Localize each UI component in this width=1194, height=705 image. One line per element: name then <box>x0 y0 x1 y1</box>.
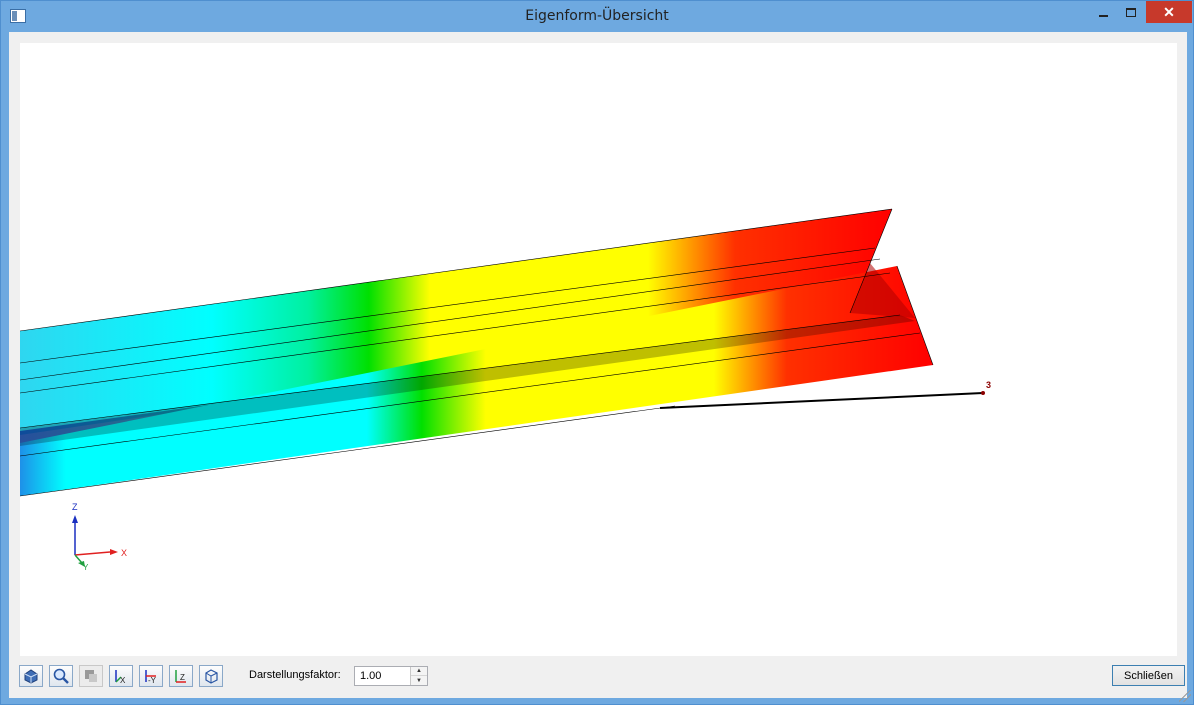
axis-x-label: X <box>121 548 127 558</box>
view-x-button[interactable]: X <box>109 665 133 687</box>
close-icon: ✕ <box>1163 3 1175 20</box>
display-factor-input[interactable] <box>355 668 409 684</box>
svg-text:-Y: -Y <box>148 676 157 685</box>
dialog-window: Eigenform-Übersicht ✕ 3 Z X Y X -Y Z Dar… <box>0 0 1194 705</box>
isometric-view-icon <box>205 669 218 684</box>
title-bar[interactable]: Eigenform-Übersicht ✕ <box>1 1 1193 32</box>
spinner: ▲ ▼ <box>410 667 427 685</box>
axis-triad: Z X Y <box>72 502 127 572</box>
node-3-label: 3 <box>986 380 991 390</box>
window-title: Eigenform-Übersicht <box>525 8 669 24</box>
view-x-icon: X <box>115 670 126 685</box>
rotate-view-icon <box>24 669 38 684</box>
view-z-icon: Z <box>175 670 186 683</box>
maximize-button[interactable] <box>1117 1 1145 23</box>
resize-grip[interactable] <box>1179 690 1191 702</box>
axis-z-label: Z <box>72 502 78 512</box>
zoom-icon <box>53 668 69 684</box>
node-3-marker[interactable] <box>981 391 985 395</box>
display-factor-stepper[interactable]: ▲ ▼ <box>354 666 428 686</box>
rotate-view-button[interactable] <box>19 665 43 687</box>
spin-up-icon: ▲ <box>416 668 422 674</box>
isometric-view-button[interactable] <box>199 665 223 687</box>
spin-up-button[interactable]: ▲ <box>411 667 427 676</box>
model-canvas[interactable]: 3 Z X Y <box>20 43 1177 656</box>
view-minus-y-icon: -Y <box>145 670 157 685</box>
close-window-button[interactable]: ✕ <box>1146 1 1192 23</box>
spin-down-button[interactable]: ▼ <box>411 676 427 685</box>
minimize-button[interactable] <box>1089 1 1117 23</box>
minimize-icon <box>1098 15 1108 17</box>
svg-text:X: X <box>120 676 126 685</box>
render-mode-icon <box>85 670 97 682</box>
maximize-icon <box>1126 7 1136 17</box>
bottom-toolbar: X -Y Z Darstellungsfaktor: 1.00 ▲ ▼ Schl… <box>19 665 1185 689</box>
render-mode-button[interactable] <box>79 665 103 687</box>
dialog-client: 3 Z X Y X -Y Z Darstellungsfaktor: 1.00 … <box>9 32 1187 698</box>
zoom-button[interactable] <box>49 665 73 687</box>
spin-down-icon: ▼ <box>416 677 422 684</box>
view-z-button[interactable]: Z <box>169 665 193 687</box>
close-button[interactable]: Schließen <box>1112 665 1185 686</box>
svg-text:Z: Z <box>180 673 185 682</box>
mode-shape-viewport[interactable]: 3 Z X Y <box>20 43 1177 656</box>
view-minus-y-button[interactable]: -Y <box>139 665 163 687</box>
axis-y-label: Y <box>83 563 89 572</box>
display-factor-label: Darstellungsfaktor: <box>249 669 341 681</box>
